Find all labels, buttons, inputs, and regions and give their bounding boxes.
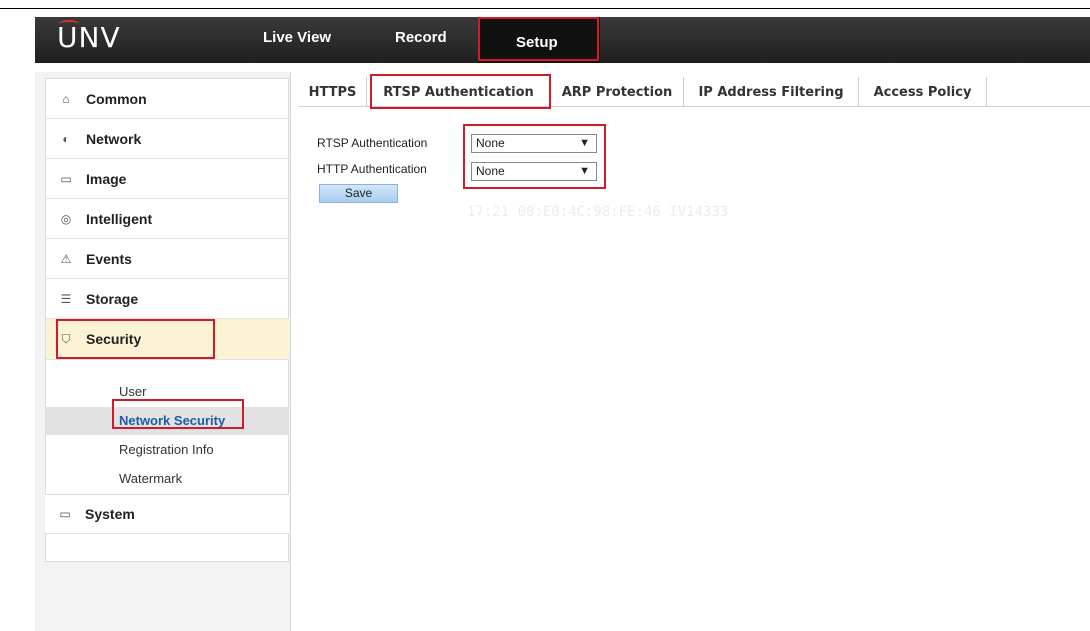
sub-item-watermark[interactable]: Watermark [119,471,182,486]
globe-icon: ◐ [62,131,70,146]
rtsp-authentication-label: RTSP Authentication [317,136,428,150]
storage-icon: ☰ [60,291,72,306]
image-icon: ▭ [60,171,72,186]
rtsp-authentication-value: None [476,136,505,150]
shield-icon: ⛉ [61,331,71,346]
tab-access-policy[interactable]: Access Policy [859,77,987,107]
sidebar-menu: ⌂ Common ◐ Network ▭ Image ◎ Intelligent… [45,78,289,562]
sidebar-item-security[interactable]: ⛉ Security [46,319,289,360]
logo: UNV [57,21,121,54]
tab-ip-address-filtering[interactable]: IP Address Filtering [684,77,859,107]
http-authentication-label: HTTP Authentication [317,162,427,176]
sidebar-item-label: Image [86,170,127,187]
nav-live-view[interactable]: Live View [263,29,331,46]
window-icon: ▭ [59,507,71,521]
sub-item-network-security[interactable]: Network Security [119,413,225,428]
sidebar-item-events[interactable]: ⚠ Events [46,239,289,279]
sidebar-item-label: Intelligent [86,210,153,227]
rtsp-authentication-select[interactable]: None ▼ [471,134,597,153]
sidebar-item-label: Events [86,250,132,267]
sidebar-item-image[interactable]: ▭ Image [46,159,289,199]
watermark-overlay-text: 17:21 00:E0:4C:98:FE:46 IV14333 [467,204,729,220]
intelligent-icon: ◎ [60,211,72,226]
tab-arp-protection[interactable]: ARP Protection [551,77,684,107]
sub-item-registration-info[interactable]: Registration Info [119,442,214,457]
http-authentication-select[interactable]: None ▼ [471,162,597,181]
sidebar-item-network[interactable]: ◐ Network [46,119,289,159]
warning-icon: ⚠ [60,251,72,266]
sidebar-item-label: Common [86,90,147,107]
save-button[interactable]: Save [319,184,398,203]
sidebar-item-label: System [85,506,135,522]
sidebar-item-label: Network [86,130,142,147]
http-authentication-value: None [476,164,505,178]
sidebar-item-common[interactable]: ⌂ Common [46,79,289,119]
chevron-down-icon: ▼ [579,165,590,177]
home-icon: ⌂ [62,91,70,106]
chevron-down-icon: ▼ [579,137,590,149]
sidebar-item-intelligent[interactable]: ◎ Intelligent [46,199,289,239]
sub-item-user[interactable]: User [119,384,146,399]
nav-setup[interactable]: Setup [516,34,558,51]
tab-bar: HTTPS RTSP Authentication ARP Protection… [299,77,1090,107]
sidebar-item-label: Security [86,331,142,347]
top-navigation-bar: UNV Live View Record Setup [35,17,1090,63]
tab-rtsp-authentication[interactable]: RTSP Authentication [367,77,551,107]
nav-record[interactable]: Record [395,29,447,46]
sidebar-item-system[interactable]: ▭ System [45,494,289,534]
sidebar-item-storage[interactable]: ☰ Storage [46,279,289,319]
sidebar-item-label: Storage [86,290,139,307]
tab-https[interactable]: HTTPS [299,77,367,107]
top-border-line [0,8,1090,9]
sidebar: ⌂ Common ◐ Network ▭ Image ◎ Intelligent… [35,72,291,631]
